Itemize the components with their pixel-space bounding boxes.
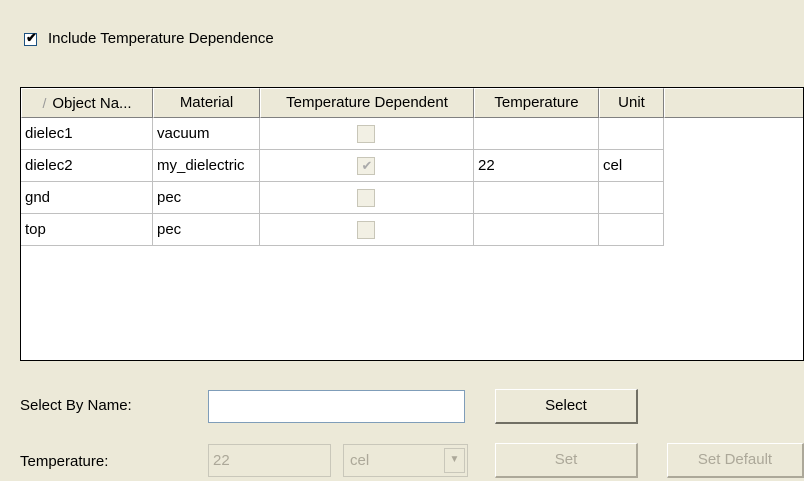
cell-material[interactable]: vacuum — [153, 118, 260, 150]
cell-temperature[interactable]: 22 — [474, 150, 599, 182]
temperature-label: Temperature: — [20, 453, 109, 470]
check-icon: ✔ — [26, 30, 37, 45]
cell-temp-dependent — [260, 118, 474, 150]
chevron-down-icon: ▼ — [444, 448, 465, 473]
cell-temperature[interactable] — [474, 182, 599, 214]
cell-unit[interactable]: cel — [599, 150, 664, 182]
set-default-button[interactable]: Set Default — [667, 443, 804, 478]
objects-grid[interactable]: / Object Na... Material Temperature Depen… — [20, 87, 804, 361]
set-button[interactable]: Set — [495, 443, 638, 478]
cell-unit[interactable] — [599, 182, 664, 214]
cell-object[interactable]: top — [21, 214, 153, 246]
cell-temp-dependent — [260, 182, 474, 214]
cell-temp-dependent: ✔ — [260, 150, 474, 182]
temperature-unit-value: cel — [350, 452, 370, 469]
cell-temp-dependent — [260, 214, 474, 246]
cell-unit[interactable] — [599, 118, 664, 150]
temperature-value-input[interactable]: 22 — [208, 444, 331, 477]
temp-dependent-checkbox[interactable] — [356, 189, 375, 207]
column-header-object-name[interactable]: / Object Na... — [21, 88, 153, 118]
cell-object[interactable]: gnd — [21, 182, 153, 214]
cell-object[interactable]: dielec2 — [21, 150, 153, 182]
cell-temperature[interactable] — [474, 214, 599, 246]
column-header-temperature-dependent[interactable]: Temperature Dependent — [260, 88, 474, 118]
check-icon: ✔ — [361, 158, 373, 173]
cell-temperature[interactable] — [474, 118, 599, 150]
cell-object[interactable]: dielec1 — [21, 118, 153, 150]
column-header-filler — [664, 88, 803, 118]
column-header-material[interactable]: Material — [153, 88, 260, 118]
sort-indicator-icon: / — [42, 95, 47, 111]
temperature-unit-select[interactable]: cel ▼ — [343, 444, 468, 477]
column-header-unit[interactable]: Unit — [599, 88, 664, 118]
select-by-name-input[interactable] — [208, 390, 465, 423]
include-temperature-checkbox[interactable]: ✔ — [24, 30, 37, 46]
select-button[interactable]: Select — [495, 389, 638, 424]
temp-dependent-checkbox[interactable]: ✔ — [356, 157, 375, 175]
cell-material[interactable]: pec — [153, 214, 260, 246]
column-header-temperature[interactable]: Temperature — [474, 88, 599, 118]
cell-material[interactable]: pec — [153, 182, 260, 214]
temp-dependent-checkbox[interactable] — [356, 221, 375, 239]
cell-unit[interactable] — [599, 214, 664, 246]
temp-dependent-checkbox[interactable] — [356, 125, 375, 143]
include-temperature-label: Include Temperature Dependence — [48, 30, 274, 47]
select-by-name-label: Select By Name: — [20, 397, 132, 414]
cell-material[interactable]: my_dielectric — [153, 150, 260, 182]
